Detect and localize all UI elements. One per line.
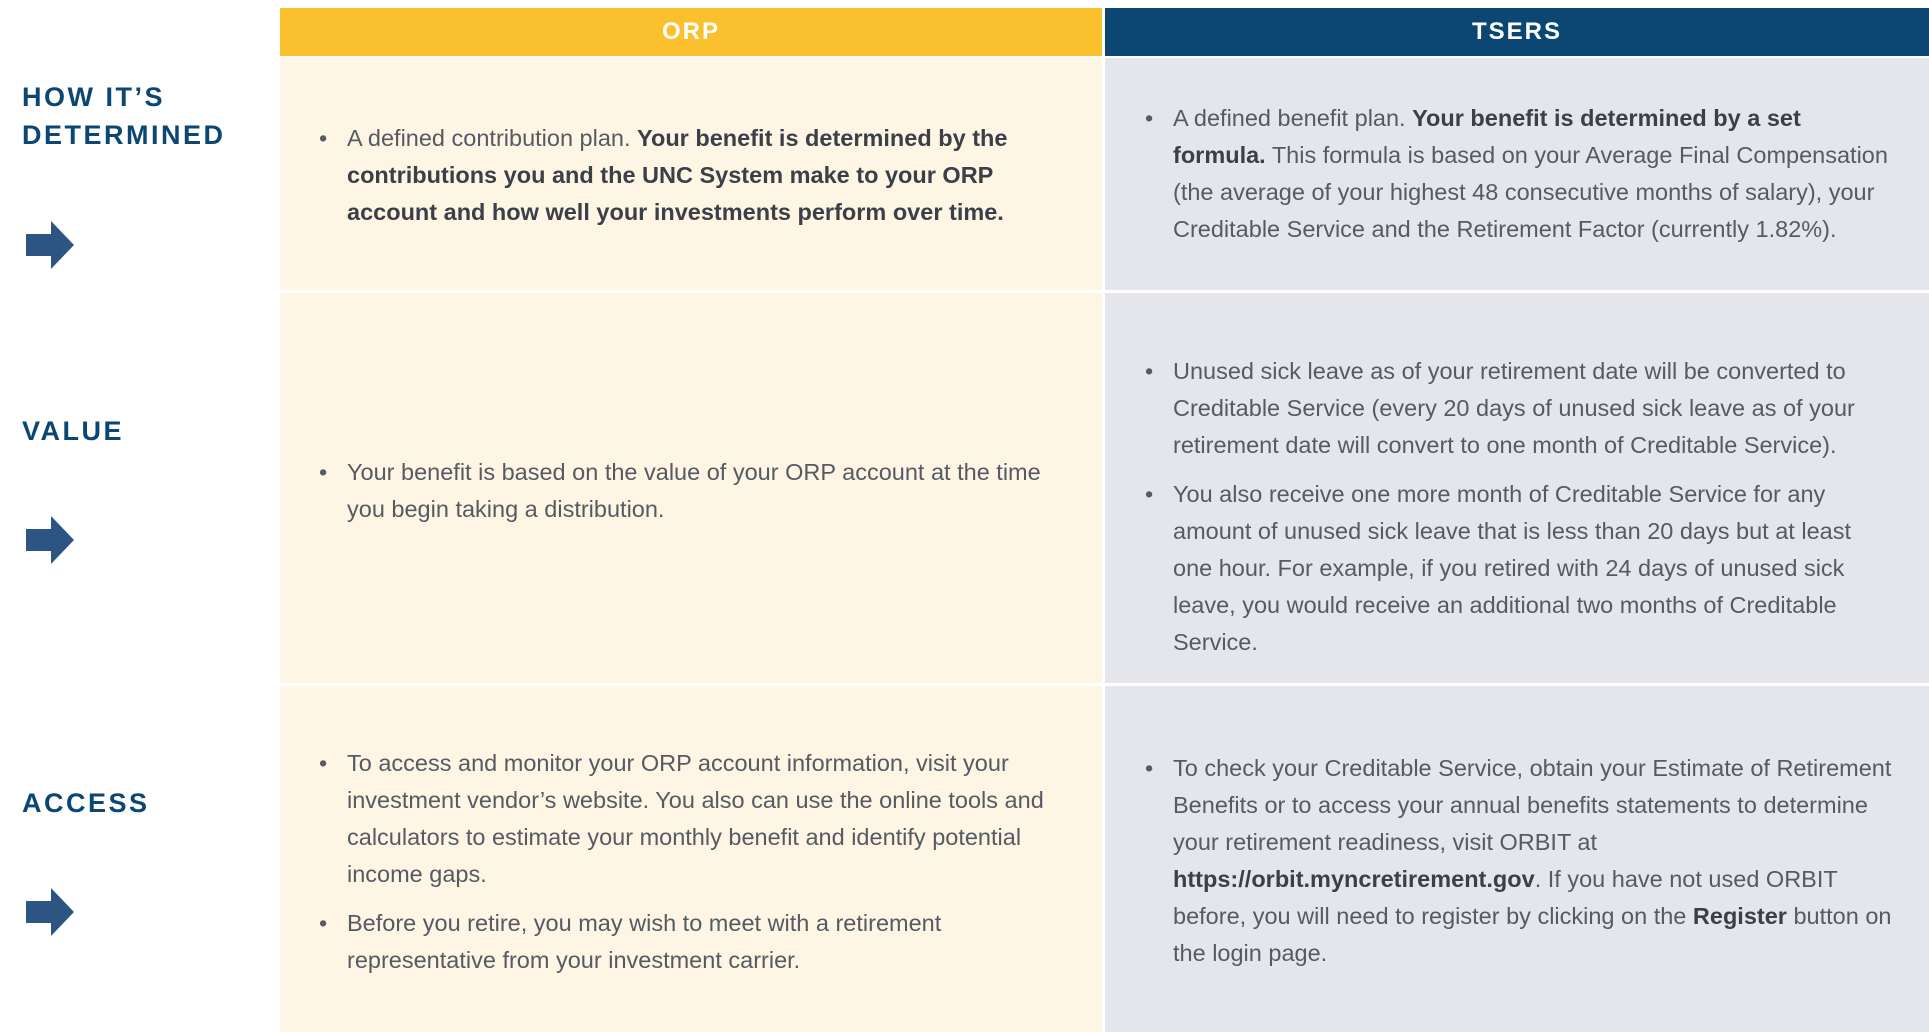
arrow-right-icon [26,516,74,564]
orp-access-cell: • To access and monitor your ORP account… [280,686,1102,1032]
list-item: • You also receive one more month of Cre… [1145,481,1851,655]
tsers-determined-cell: • A defined benefit plan. Your benefit i… [1105,58,1929,290]
arrow-right-icon [26,888,74,936]
tsers-access-cell: • To check your Creditable Service, obta… [1105,686,1929,1032]
tsers-header-label: TSERS [1471,18,1562,45]
orp-determined-cell: • A defined contribution plan. Your bene… [280,58,1102,290]
orbit-url: https://orbit.myncretirement.gov [1173,866,1535,892]
row-label-access: ACCESS [22,788,150,818]
row-label-how-its-determined: HOW IT’S DETERMINED [22,82,226,150]
row-label-value: VALUE [22,416,125,446]
tsers-value-cell: • Unused sick leave as of your retiremen… [1105,293,1929,683]
list-item: • Unused sick leave as of your retiremen… [1145,358,1855,458]
list-item: • To check your Creditable Service, obta… [1145,755,1892,966]
list-item: • To access and monitor your ORP account… [319,750,1044,887]
list-item: • Your benefit is based on the value of … [319,459,1041,522]
orp-value-cell: • Your benefit is based on the value of … [280,293,1102,683]
list-item: • A defined contribution plan. Your bene… [319,125,1008,225]
orp-column-header: ORP [280,8,1102,56]
arrow-right-icon [26,221,74,269]
list-item: • A defined benefit plan. Your benefit i… [1145,105,1888,242]
orp-header-label: ORP [661,18,720,45]
list-item: • Before you retire, you may wish to mee… [319,910,942,973]
tsers-column-header: TSERS [1105,8,1929,56]
register-word: Register [1692,903,1787,929]
